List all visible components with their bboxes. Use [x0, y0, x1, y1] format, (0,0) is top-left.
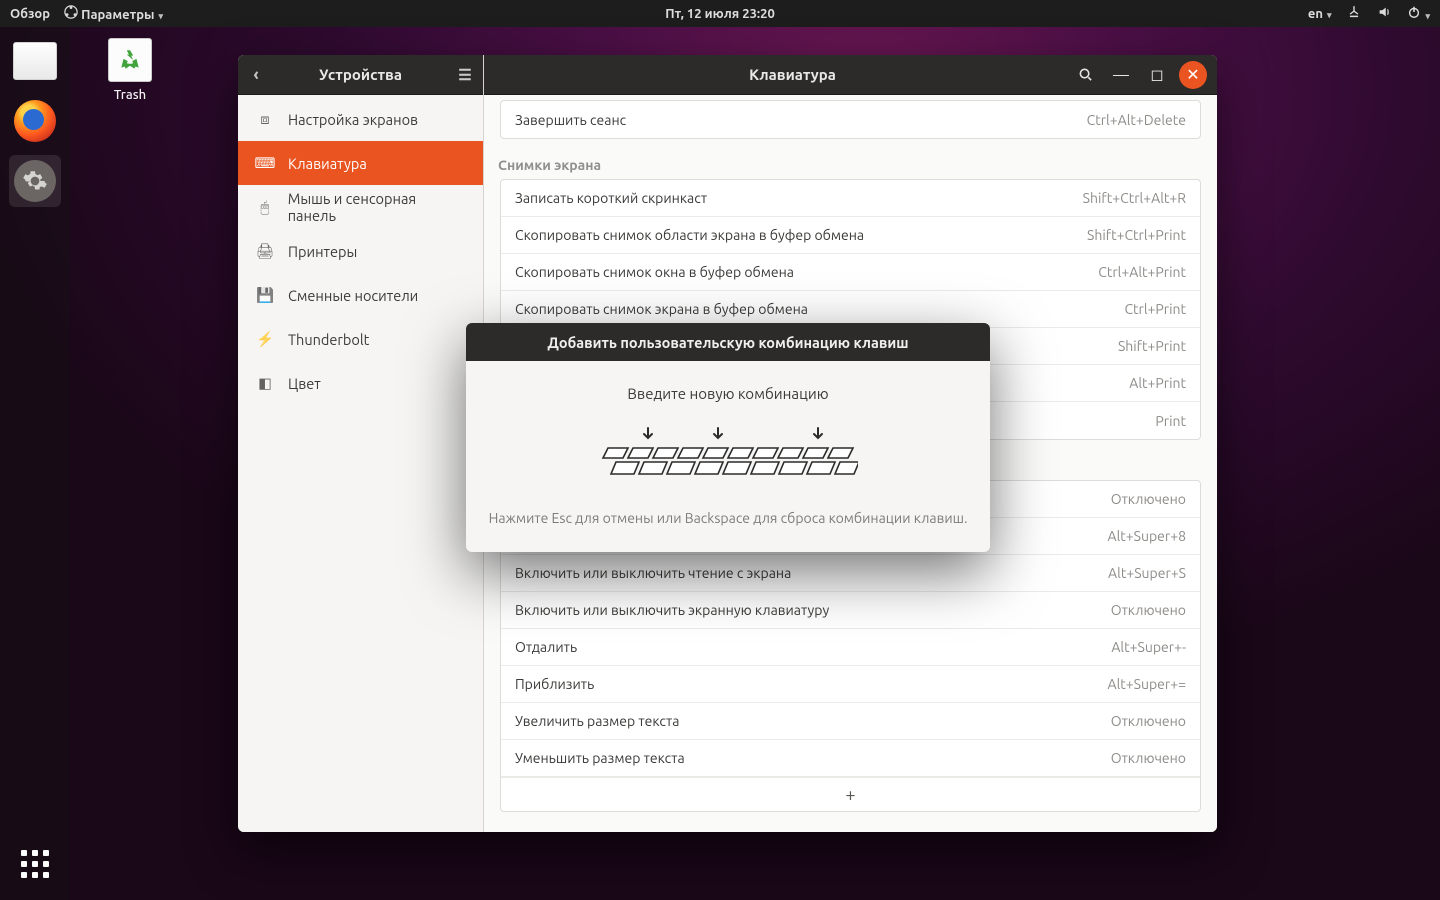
- shortcut-value: Shift+Ctrl+Alt+R: [1083, 190, 1186, 206]
- shortcut-value: Ctrl+Alt+Delete: [1087, 112, 1186, 128]
- shortcut-value: Отключено: [1111, 602, 1186, 618]
- search-icon: [1078, 67, 1093, 82]
- activities-button[interactable]: Обзор: [10, 7, 50, 21]
- shortcut-row[interactable]: ПриблизитьAlt+Super+=: [501, 666, 1200, 703]
- sidebar-item-label: Сменные носители: [288, 287, 418, 304]
- shortcut-value: Отключено: [1111, 491, 1186, 507]
- desktop-trash[interactable]: Trash: [94, 38, 166, 102]
- shortcut-label: Завершить сеанс: [515, 112, 1087, 128]
- shortcut-label: Включить или выключить экранную клавиату…: [515, 602, 1111, 618]
- shortcut-label: Включить или выключить чтение с экрана: [515, 565, 1108, 581]
- sidebar-item-4[interactable]: 💾 Сменные носители: [238, 273, 483, 317]
- sidebar-item-icon: ⚡: [256, 330, 274, 348]
- sidebar-item-icon: 🖱: [256, 198, 274, 216]
- add-shortcut-button[interactable]: +: [501, 777, 1200, 811]
- sidebar-item-icon: ◧: [256, 374, 274, 392]
- dock-firefox[interactable]: [9, 95, 61, 147]
- sidebar-item-6[interactable]: ◧ Цвет: [238, 361, 483, 405]
- shortcut-value: Alt+Super+=: [1107, 676, 1186, 692]
- sidebar-item-label: Настройка экранов: [288, 111, 418, 128]
- gnome-topbar: Обзор Параметры▾ Пт, 12 июля 23:20 en▾ ▾: [0, 0, 1440, 27]
- shortcut-capture-dialog[interactable]: Добавить пользовательскую комбинацию кла…: [466, 323, 990, 552]
- keyboard-press-icon: [598, 420, 858, 490]
- power-icon[interactable]: ▾: [1407, 5, 1430, 22]
- shortcut-row[interactable]: Увеличить размер текстаОтключено: [501, 703, 1200, 740]
- network-icon[interactable]: [1347, 5, 1361, 22]
- sidebar-item-label: Принтеры: [288, 243, 357, 260]
- shortcut-value: Shift+Print: [1118, 338, 1186, 354]
- maximize-button[interactable]: ◻: [1143, 61, 1171, 89]
- shortcut-row[interactable]: Скопировать снимок окна в буфер обменаCt…: [501, 254, 1200, 291]
- shortcut-label: Записать короткий скринкаст: [515, 190, 1083, 206]
- volume-icon[interactable]: [1377, 5, 1391, 22]
- sidebar-item-icon: ⌨: [256, 154, 274, 172]
- files-icon: [13, 42, 57, 80]
- show-applications-button[interactable]: [17, 846, 53, 882]
- shortcut-value: Alt+Super+S: [1108, 565, 1186, 581]
- section-header: Снимки экрана: [484, 139, 1217, 179]
- firefox-icon: [14, 100, 56, 142]
- shortcut-value: Ctrl+Print: [1124, 301, 1186, 317]
- shortcut-row[interactable]: Завершить сеансCtrl+Alt+Delete: [501, 101, 1200, 138]
- shortcut-value: Ctrl+Alt+Print: [1098, 264, 1186, 280]
- shortcut-value: Alt+Super+-: [1111, 639, 1186, 655]
- close-button[interactable]: ✕: [1179, 61, 1207, 89]
- dialog-hint: Нажмите Esc для отмены или Backspace для…: [484, 510, 972, 526]
- dialog-title: Добавить пользовательскую комбинацию кла…: [466, 323, 990, 361]
- sidebar-title: Устройства: [274, 66, 447, 83]
- shortcut-label: Скопировать снимок окна в буфер обмена: [515, 264, 1098, 280]
- shortcut-row[interactable]: Включить или выключить чтение с экранаAl…: [501, 555, 1200, 592]
- sidebar-item-icon: 🖨: [256, 242, 274, 260]
- sidebar-item-0[interactable]: ⧈ Настройка экранов: [238, 97, 483, 141]
- shortcut-label: Отдалить: [515, 639, 1111, 655]
- shortcut-value: Print: [1155, 413, 1186, 429]
- shortcut-label: Приблизить: [515, 676, 1107, 692]
- dock-settings[interactable]: [9, 155, 61, 207]
- shortcut-row[interactable]: Уменьшить размер текстаОтключено: [501, 740, 1200, 777]
- sidebar-item-3[interactable]: 🖨 Принтеры: [238, 229, 483, 273]
- shortcut-value: Отключено: [1111, 713, 1186, 729]
- hamburger-icon[interactable]: ☰: [447, 66, 483, 84]
- dock-files[interactable]: [9, 35, 61, 87]
- sidebar-item-label: Thunderbolt: [288, 331, 369, 348]
- shortcut-row[interactable]: Скопировать снимок области экрана в буфе…: [501, 217, 1200, 254]
- sidebar-item-2[interactable]: 🖱 Мышь и сенсорная панель: [238, 185, 483, 229]
- main-title: Клавиатура: [522, 66, 1063, 83]
- shortcut-row[interactable]: Записать короткий скринкастShift+Ctrl+Al…: [501, 180, 1200, 217]
- desktop-trash-label: Trash: [94, 88, 166, 102]
- main-header: Клавиатура — ◻ ✕: [484, 55, 1217, 95]
- shortcut-row[interactable]: ОтдалитьAlt+Super+-: [501, 629, 1200, 666]
- trash-icon: [108, 38, 152, 82]
- shortcut-label: Увеличить размер текста: [515, 713, 1111, 729]
- shortcut-label: Скопировать снимок экрана в буфер обмена: [515, 301, 1124, 317]
- settings-sidebar: ‹ Устройства ☰ ⧈ Настройка экранов ⌨ Клавиа…: [238, 55, 484, 832]
- sidebar-item-label: Цвет: [288, 375, 321, 392]
- sidebar-item-icon: ⧈: [256, 110, 274, 128]
- shortcut-label: Скопировать снимок области экрана в буфе…: [515, 227, 1087, 243]
- shortcut-value: Alt+Super+8: [1107, 528, 1186, 544]
- dock: [0, 27, 70, 900]
- shortcut-row[interactable]: Включить или выключить экранную клавиату…: [501, 592, 1200, 629]
- shortcut-value: Alt+Print: [1129, 375, 1186, 391]
- keyboard-layout-indicator[interactable]: en▾: [1308, 7, 1332, 21]
- ubuntu-logo-icon: [64, 5, 78, 19]
- gear-icon: [14, 160, 56, 202]
- sidebar-item-1[interactable]: ⌨ Клавиатура: [238, 141, 483, 185]
- sidebar-item-label: Мышь и сенсорная панель: [288, 190, 465, 224]
- sidebar-header: ‹ Устройства ☰: [238, 55, 483, 95]
- dialog-prompt: Введите новую комбинацию: [484, 385, 972, 402]
- search-button[interactable]: [1071, 61, 1099, 89]
- minimize-button[interactable]: —: [1107, 61, 1135, 89]
- sidebar-item-5[interactable]: ⚡ Thunderbolt: [238, 317, 483, 361]
- shortcut-value: Shift+Ctrl+Print: [1087, 227, 1186, 243]
- shortcut-value: Отключено: [1111, 750, 1186, 766]
- app-menu[interactable]: Параметры▾: [64, 5, 163, 22]
- sidebar-item-icon: 💾: [256, 286, 274, 304]
- shortcut-group: Завершить сеансCtrl+Alt+Delete: [500, 100, 1201, 139]
- shortcut-label: Уменьшить размер текста: [515, 750, 1111, 766]
- back-button[interactable]: ‹: [238, 65, 274, 84]
- sidebar-item-label: Клавиатура: [288, 155, 367, 172]
- clock[interactable]: Пт, 12 июля 23:20: [665, 7, 775, 21]
